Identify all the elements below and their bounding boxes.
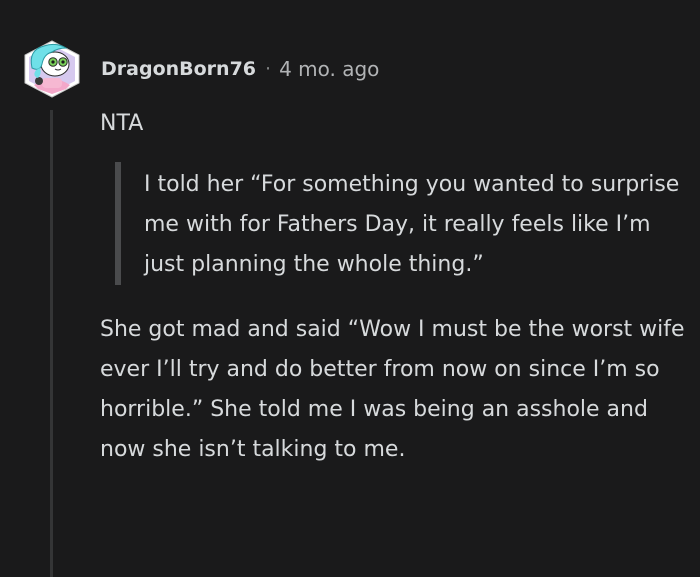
timestamp-link[interactable]: 4 mo. ago xyxy=(279,57,379,81)
thread-collapse-line[interactable] xyxy=(50,110,53,577)
comment-body: NTA I told her “For something you wanted… xyxy=(100,104,695,470)
comment-text: She got mad and said “Wow I must be the … xyxy=(100,317,685,462)
quote-text: I told her “For something you wanted to … xyxy=(144,172,680,277)
comment-verdict: NTA xyxy=(100,111,144,136)
comment-header: DragonBorn76 · 4 mo. ago xyxy=(101,54,379,84)
comment: DragonBorn76 · 4 mo. ago NTA I told her … xyxy=(0,0,700,577)
user-avatar-icon[interactable] xyxy=(22,40,82,98)
quote-block: I told her “For something you wanted to … xyxy=(115,162,684,285)
username-link[interactable]: DragonBorn76 xyxy=(101,58,256,80)
meta-separator: · xyxy=(265,58,272,80)
